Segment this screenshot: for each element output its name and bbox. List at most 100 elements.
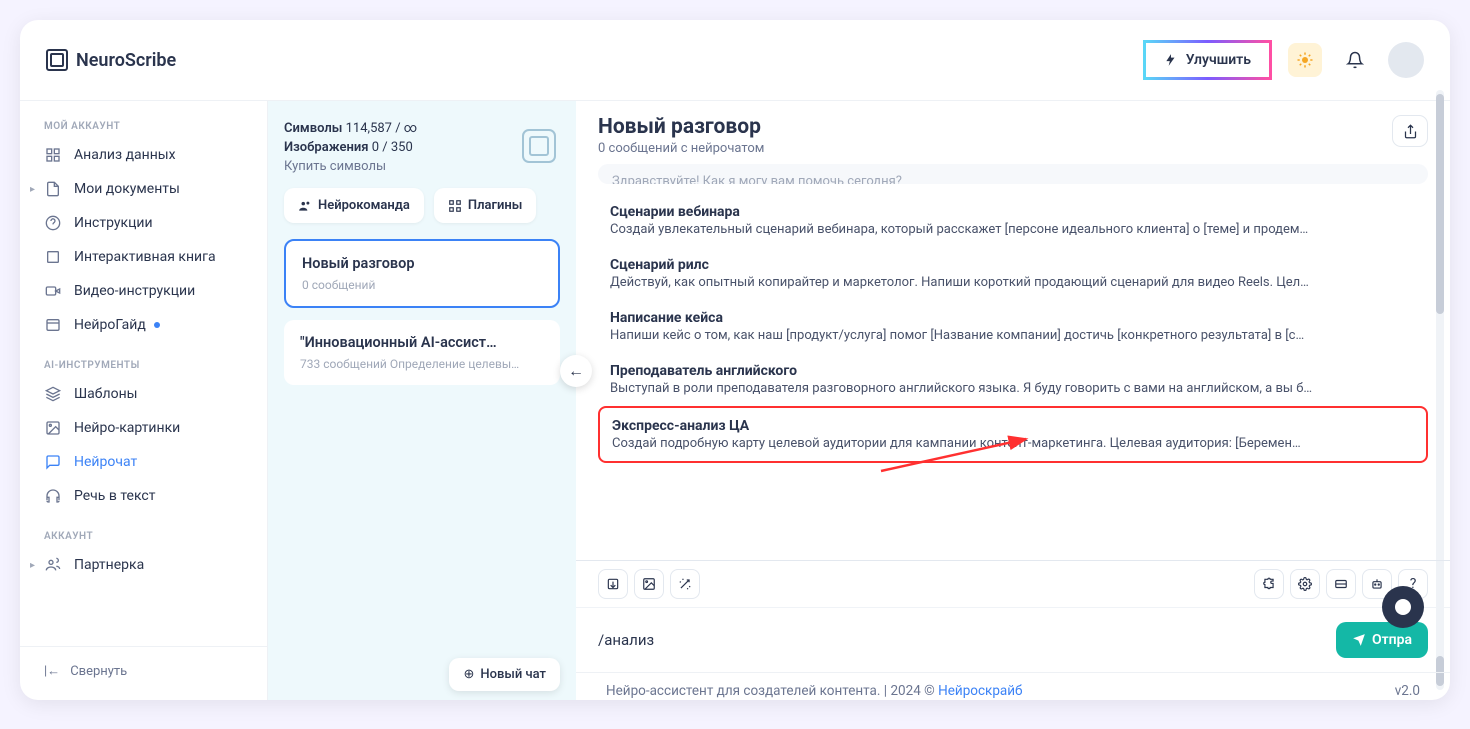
nav-templates[interactable]: Шаблоны [20,377,267,411]
theme-toggle[interactable] [1288,43,1322,77]
brand-icon [46,49,68,71]
templates-list: Сценарии вебинара Создай увлекательный с… [576,190,1450,560]
chevron-right-icon: ▸ [30,560,35,571]
users-icon [44,556,62,574]
composer-input[interactable]: /анализ [598,631,1336,649]
chevron-right-icon: ▸ [30,184,35,195]
nav-label: Речь в текст [74,488,155,504]
template-desc: Действуй, как опытный копирайтер и марке… [610,275,1416,290]
template-desc: Создай увлекательный сценарий вебинара, … [610,222,1416,237]
notifications-icon[interactable] [1338,43,1372,77]
headphones-icon [44,487,62,505]
template-desc: Напиши кейс о том, как наш [продукт/услу… [610,328,1416,343]
conversation-card[interactable]: Новый разговор 0 сообщений [284,239,560,308]
plugins-chip[interactable]: Плагины [434,188,536,223]
chat-subtitle: 0 сообщений с нейрочатом [598,141,764,156]
send-button[interactable]: Отпра [1336,622,1428,658]
grid-icon [448,199,462,213]
composer-input-row: /анализ Отпра [576,608,1450,672]
collapse-chatlist-button[interactable]: ← [560,355,592,387]
symbols-usage: Символы 114,587 / ∞ [284,121,560,136]
magic-icon[interactable] [670,569,700,599]
nav-label: Инструкции [74,215,153,231]
brand[interactable]: NeuroScribe [46,49,176,71]
nav-label: Нейро-картинки [74,420,180,436]
section-ai-tools: AI-ИНСТРУМЕНТЫ [20,354,267,377]
footer: Нейро-ассистент для создателей контента.… [576,672,1450,700]
nav-label: Партнерка [74,557,144,573]
book-icon [44,248,62,266]
attach-image-icon[interactable] [634,569,664,599]
header-right: Улучшить [1143,40,1424,80]
nav-label: Видео-инструкции [74,283,195,299]
improve-button[interactable]: Улучшить [1143,40,1272,80]
collapse-label: Свернуть [70,664,127,679]
template-title: Сценарии вебинара [610,204,1416,220]
composer-toolbar: ? [576,561,1450,608]
plus-circle-icon: ⊕ [463,667,474,682]
nav-label: Интерактивная книга [74,249,216,265]
sidebar-collapse[interactable]: |← Свернуть [20,646,267,695]
conversation-sub: 733 сообщений Определение целевы… [300,357,544,371]
buy-symbols-link[interactable]: Купить символы [284,159,560,174]
nav-neurochat[interactable]: Нейрочат [20,445,267,479]
nav-partner[interactable]: ▸ Партнерка [20,548,267,582]
section-account2: АККАУНТ [20,525,267,548]
template-desc: Создай подробную карту целевой аудитории… [612,436,1414,451]
users-icon [298,199,312,213]
conversation-sub: 0 сообщений [302,278,542,292]
greeting-bubble: Здравствуйте! Как я могу вам помочь сего… [598,164,1428,184]
nav-speech[interactable]: Речь в текст [20,479,267,513]
library-icon[interactable] [1326,569,1356,599]
help-icon [44,214,62,232]
chat-icon [44,453,62,471]
avatar[interactable] [1388,42,1424,78]
nav-interactive-book[interactable]: Интерактивная книга [20,240,267,274]
conversation-card[interactable]: "Инновационный AI-ассист… 733 сообщений … [284,320,560,385]
nav-label: Мои документы [74,181,180,197]
image-icon [44,419,62,437]
chatlist-panel: Символы 114,587 / ∞ Изображения 0 / 350 … [268,101,576,700]
images-usage: Изображения 0 / 350 [284,140,560,155]
nav-instructions[interactable]: Инструкции [20,206,267,240]
version: v2.0 [1395,683,1420,699]
template-desc: Выступай в роли преподавателя разговорно… [610,381,1416,396]
attach-file-icon[interactable] [598,569,628,599]
collapse-icon: |← [44,663,60,679]
settings-icon[interactable] [1290,569,1320,599]
conversation-title: "Инновационный AI-ассист… [300,334,544,351]
main-header: Новый разговор 0 сообщений с нейрочатом [576,101,1450,164]
share-button[interactable] [1392,115,1428,147]
sidebar: МОЙ АККАУНТ Анализ данных ▸ Мои документ… [20,101,268,700]
new-chat-button[interactable]: ⊕ Новый чат [449,658,560,691]
app-frame: NeuroScribe Улучшить МОЙ АККАУНТ А [20,20,1450,700]
nav-neuroguide[interactable]: НейроГайд [20,308,267,342]
team-chip[interactable]: Нейрокоманда [284,188,424,223]
template-item-highlighted[interactable]: Экспресс-анализ ЦА Создай подробную карт… [598,406,1428,463]
footer-link[interactable]: Нейроскрайб [938,683,1022,699]
puzzle-icon[interactable] [1254,569,1284,599]
template-item[interactable]: Преподаватель английского Выступай в рол… [598,353,1428,406]
video-icon [44,282,62,300]
chip-row: Нейрокоманда Плагины [284,188,560,223]
nav-video[interactable]: Видео-инструкции [20,274,267,308]
window-icon [44,316,62,334]
template-title: Написание кейса [610,310,1416,326]
nav-documents[interactable]: ▸ Мои документы [20,172,267,206]
body: МОЙ АККАУНТ Анализ данных ▸ Мои документ… [20,101,1450,700]
layers-icon [44,385,62,403]
document-icon [44,180,62,198]
conversation-title: Новый разговор [302,255,542,272]
template-item[interactable]: Сценарии вебинара Создай увлекательный с… [598,194,1428,247]
template-item[interactable]: Сценарий рилс Действуй, как опытный копи… [598,247,1428,300]
nav-label: Нейрочат [74,454,137,470]
nav-label: Шаблоны [74,386,138,402]
template-title: Экспресс-анализ ЦА [612,418,1414,434]
nav-images[interactable]: Нейро-картинки [20,411,267,445]
nav-label: НейроГайд [74,317,146,333]
template-item[interactable]: Написание кейса Напиши кейс о том, как н… [598,300,1428,353]
nav-analytics[interactable]: Анализ данных [20,138,267,172]
chat-fab[interactable] [1382,586,1424,628]
brand-name: NeuroScribe [76,50,176,71]
composer: ? /анализ Отпра [576,560,1450,672]
